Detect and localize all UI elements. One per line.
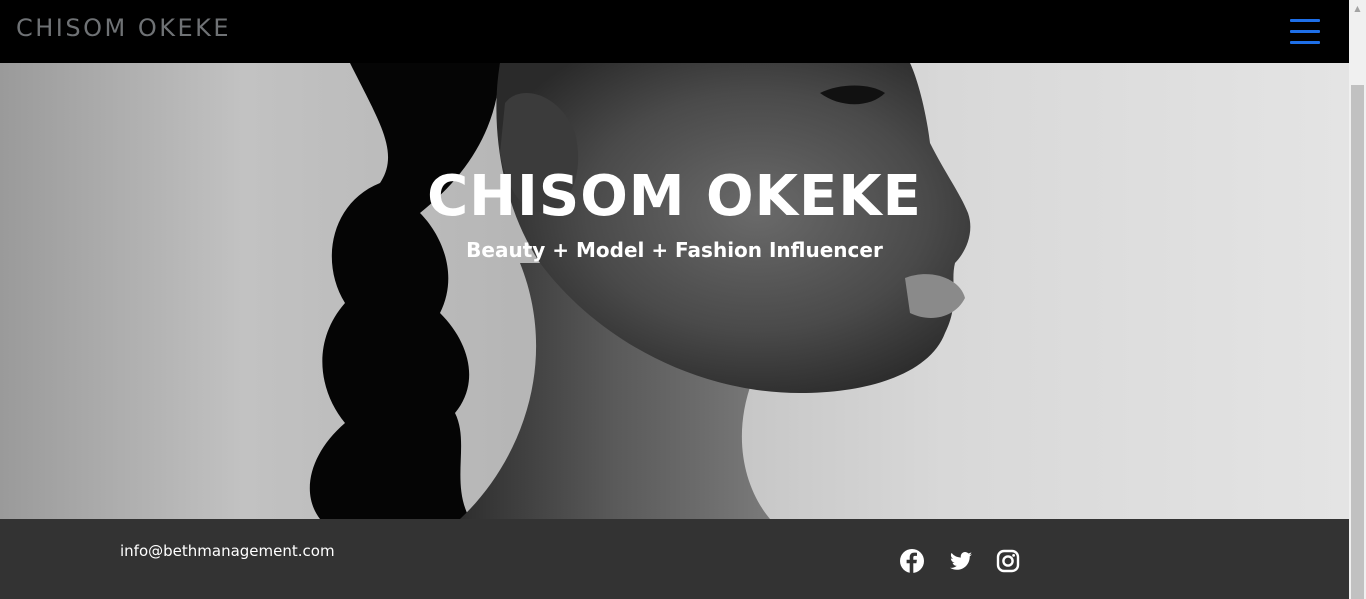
page-scrollbar[interactable]: ▲ — [1349, 0, 1366, 599]
email-link[interactable]: info@bethmanagement.com — [120, 541, 335, 561]
hero-title: CHISOM OKEKE — [427, 164, 922, 229]
hero-portrait-image — [309, 63, 971, 519]
scroll-up-arrow-icon[interactable]: ▲ — [1349, 0, 1366, 17]
twitter-icon[interactable] — [948, 548, 974, 574]
instagram-icon[interactable] — [995, 548, 1021, 574]
scrollbar-thumb[interactable] — [1351, 85, 1364, 599]
brand-logo[interactable]: CHISOM OKEKE — [16, 13, 231, 43]
facebook-icon[interactable] — [899, 548, 925, 574]
hero-banner: CHISOM OKEKE Beauty + Model + Fashion In… — [0, 63, 1349, 519]
footer: info@bethmanagement.com — [0, 519, 1349, 599]
hero-subtitle: Beauty + Model + Fashion Influencer — [466, 238, 883, 262]
hamburger-menu-icon[interactable] — [1290, 19, 1320, 45]
navbar: CHISOM OKEKE — [0, 0, 1349, 63]
page: CHISOM OKEKE CHISOM OKEKE Beauty + Model… — [0, 0, 1349, 599]
